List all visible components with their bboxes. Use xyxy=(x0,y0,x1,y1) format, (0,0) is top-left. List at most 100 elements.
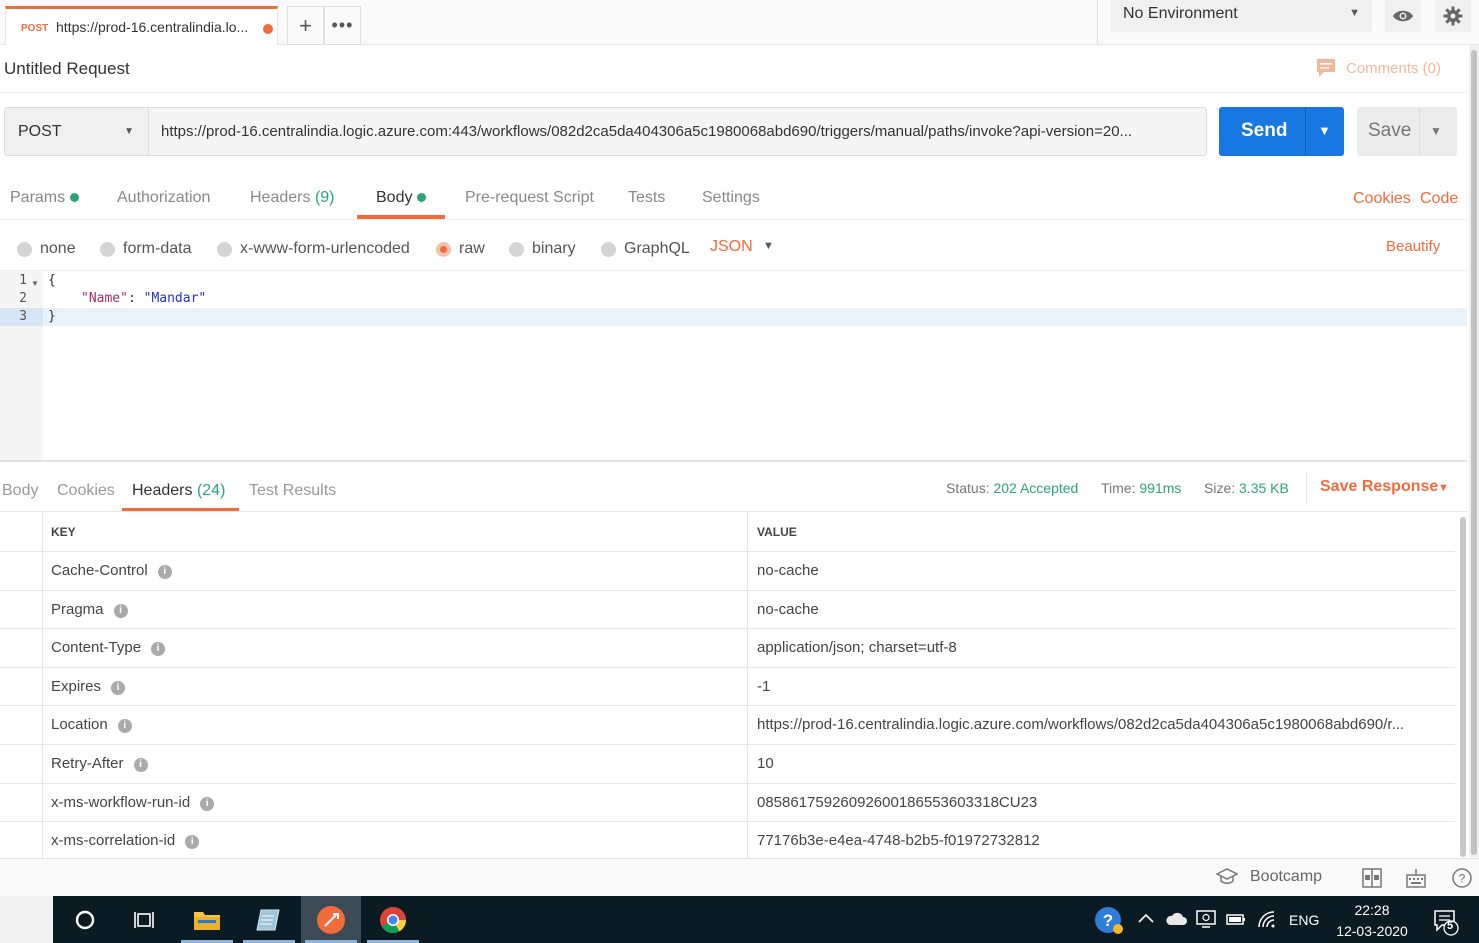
taskbar-edge xyxy=(0,896,53,943)
tab-authorization[interactable]: Authorization xyxy=(117,189,210,207)
info-icon[interactable]: i xyxy=(185,835,200,850)
info-icon[interactable]: i xyxy=(133,757,148,772)
size-value: 3.35 KB xyxy=(1239,480,1289,496)
request-tab[interactable]: POST https://prod-16.centralindia.lo... xyxy=(5,6,278,45)
new-tab-button[interactable]: + xyxy=(287,6,324,45)
environment-settings-button[interactable] xyxy=(1435,0,1471,32)
send-label: Send xyxy=(1241,120,1288,141)
keyboard-icon xyxy=(1406,869,1426,888)
radio-label: none xyxy=(40,240,76,257)
info-icon[interactable]: i xyxy=(111,680,126,695)
beautify-link[interactable]: Beautify xyxy=(1386,238,1440,255)
clock-time: 22:28 xyxy=(1354,902,1390,918)
tab-pre-request-script[interactable]: Pre-request Script xyxy=(465,189,594,207)
chrome-app-button[interactable] xyxy=(363,896,423,943)
network-drive-tray-button[interactable] xyxy=(1195,909,1217,933)
send-options-chevron-icon[interactable]: ▼ xyxy=(1318,123,1331,138)
input-language[interactable]: ENG xyxy=(1289,912,1319,928)
action-center-button[interactable]: 5 xyxy=(1433,908,1459,940)
help-tray-button[interactable]: ? xyxy=(1094,905,1124,939)
info-icon[interactable]: i xyxy=(157,565,172,579)
radio-label: binary xyxy=(532,240,576,257)
header-key-text: Location xyxy=(51,716,108,734)
info-icon[interactable]: i xyxy=(151,642,166,657)
request-title[interactable]: Untitled Request xyxy=(4,59,130,79)
save-button[interactable]: Save ▼ xyxy=(1357,107,1457,156)
time-value: 991ms xyxy=(1139,480,1182,496)
task-view-button[interactable] xyxy=(114,896,174,943)
svg-text:?: ? xyxy=(1103,911,1113,930)
notepad-icon xyxy=(256,909,280,930)
radio-circle-selected xyxy=(436,241,451,257)
radio-binary[interactable]: binary xyxy=(509,240,576,258)
time-label: Time: xyxy=(1101,480,1136,496)
battery-tray-button[interactable] xyxy=(1225,910,1247,932)
divider xyxy=(1097,0,1098,45)
bootcamp-button[interactable]: Bootcamp xyxy=(1216,868,1322,886)
info-icon[interactable]: i xyxy=(200,796,215,811)
comments-button[interactable]: Comments (0) xyxy=(1316,58,1441,78)
radio-none[interactable]: none xyxy=(17,240,76,258)
send-button[interactable]: Send ▼ xyxy=(1219,107,1344,156)
row-spacer xyxy=(0,552,43,590)
info-icon[interactable]: i xyxy=(113,603,128,618)
url-input[interactable]: https://prod-16.centralindia.logic.azure… xyxy=(148,107,1207,156)
tab-body[interactable]: Body xyxy=(376,189,427,207)
clock[interactable]: 22:28 12-03-2020 xyxy=(1330,900,1414,942)
keyboard-shortcuts-button[interactable] xyxy=(1406,868,1428,888)
battery-icon xyxy=(1226,914,1245,925)
radio-x-www-form-urlencoded[interactable]: x-www-form-urlencoded xyxy=(217,240,410,258)
chevron-down-icon[interactable]: ▼ xyxy=(763,240,774,252)
response-tab-headers[interactable]: Headers (24) xyxy=(132,482,225,500)
tab-method: POST xyxy=(21,23,49,34)
wifi-tray-button[interactable] xyxy=(1256,909,1278,933)
language-select[interactable]: JSON xyxy=(710,238,753,256)
response-tab-cookies[interactable]: Cookies xyxy=(57,482,115,500)
save-response-button[interactable]: Save Response xyxy=(1320,478,1438,496)
code-editor[interactable] xyxy=(0,270,1467,460)
notepad-app-button[interactable] xyxy=(239,896,299,943)
code-link[interactable]: Code xyxy=(1420,190,1458,208)
tab-params[interactable]: Params xyxy=(10,189,80,207)
tab-settings[interactable]: Settings xyxy=(702,189,760,207)
environment-quick-look-button[interactable] xyxy=(1385,0,1421,32)
help-tray-icon: ? xyxy=(1095,907,1123,934)
radio-raw[interactable]: raw xyxy=(436,240,485,258)
help-button[interactable]: ? xyxy=(1452,868,1474,888)
row-spacer xyxy=(0,783,43,822)
table-row: Location i https://prod-16.centralindia.lo… xyxy=(0,706,1455,745)
chevron-down-icon: ▼ xyxy=(124,126,134,137)
postman-app-button[interactable] xyxy=(301,896,361,943)
environment-select[interactable]: No Environment ▼ xyxy=(1110,0,1372,32)
tab-headers[interactable]: Headers (9) xyxy=(250,189,335,207)
help-circle-icon: ? xyxy=(1452,868,1472,888)
response-tab-body[interactable]: Body xyxy=(2,482,38,500)
onedrive-tray-button[interactable] xyxy=(1165,910,1187,932)
json-value: "Mandar" xyxy=(143,291,207,306)
more-tabs-button[interactable]: ••• xyxy=(324,6,361,45)
divider xyxy=(1419,107,1420,156)
save-options-chevron-icon[interactable]: ▼ xyxy=(1430,124,1442,138)
gear-icon xyxy=(1443,6,1463,26)
search-button[interactable] xyxy=(55,896,115,943)
cookies-link[interactable]: Cookies xyxy=(1353,190,1411,208)
radio-form-data[interactable]: form-data xyxy=(100,240,191,258)
info-icon[interactable]: i xyxy=(117,719,132,734)
response-tab-test-results[interactable]: Test Results xyxy=(249,482,336,500)
chevron-down-icon[interactable]: ▼ xyxy=(1438,482,1449,494)
fold-arrow-icon[interactable]: ▼ xyxy=(31,279,39,288)
unsaved-dot-icon xyxy=(263,24,273,34)
pane-resizer[interactable] xyxy=(0,460,1467,462)
page-scrollbar[interactable] xyxy=(1471,50,1477,855)
table-scrollbar[interactable] xyxy=(1460,517,1466,857)
radio-graphql[interactable]: GraphQL xyxy=(601,240,690,258)
tab-tests[interactable]: Tests xyxy=(628,189,665,207)
two-pane-view-button[interactable] xyxy=(1362,868,1384,888)
file-explorer-button[interactable] xyxy=(177,896,237,943)
key-cell: Expires i xyxy=(43,667,748,706)
tab-headers-label: Headers xyxy=(250,189,311,206)
show-hidden-icons-button[interactable] xyxy=(1137,910,1155,932)
method-select[interactable]: POST ▼ xyxy=(4,107,149,156)
row-spacer xyxy=(0,512,43,551)
key-header: KEY xyxy=(51,525,76,539)
